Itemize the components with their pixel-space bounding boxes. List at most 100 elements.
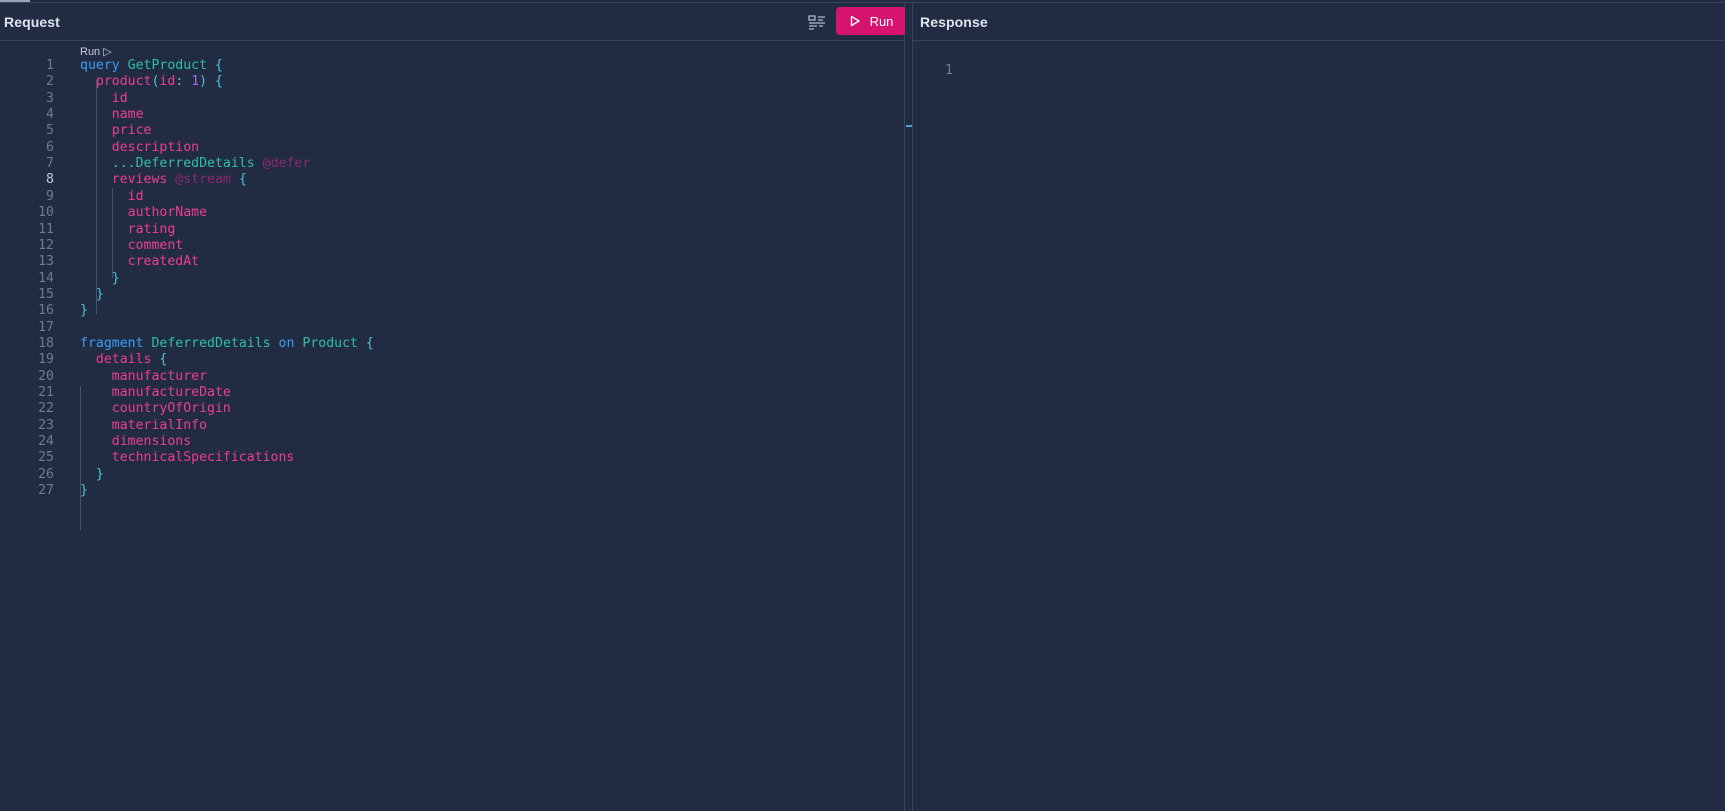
line-number: 21 (38, 385, 54, 400)
code-token: DeferredDetails (135, 156, 255, 172)
code-token: authorName (127, 205, 208, 221)
line-number: 27 (38, 483, 54, 499)
code-token: GetProduct (127, 58, 208, 73)
line-number: 13 (38, 254, 54, 270)
code-token: technicalSpecifications (111, 450, 295, 466)
line-number: 12 (38, 237, 54, 253)
response-line: 1 (913, 44, 961, 78)
line-number: 14 (38, 270, 54, 286)
code-text: manufactureDate (80, 385, 231, 401)
request-title: Request (4, 13, 60, 30)
code-token: name (111, 107, 144, 123)
code-token: details (95, 352, 152, 368)
line-number: 5 (46, 123, 54, 139)
code-token: } (80, 483, 88, 499)
line-number: 17 (38, 319, 54, 335)
code-text: technicalSpecifications (80, 450, 295, 466)
run-codelens[interactable]: Run ▷ (80, 45, 112, 58)
code-token: @defer (262, 156, 311, 172)
line-number: 22 (38, 401, 54, 417)
code-token: manufactureDate (111, 385, 231, 400)
code-token: fragment (80, 335, 144, 351)
prettify-button[interactable] (808, 14, 826, 30)
code-text: query GetProduct { (80, 58, 223, 74)
code-token: price (111, 123, 152, 139)
code-token: DeferredDetails (151, 335, 271, 351)
code-text: } (80, 287, 104, 303)
request-pane: Request Run Run ▷ 1 query GetProduct {2 p… (0, 3, 906, 811)
code-text: details { (80, 352, 167, 368)
code-text: rating (80, 222, 176, 238)
line-number: 8 (46, 172, 54, 188)
line-number: 20 (38, 368, 54, 384)
line-number: 16 (38, 303, 54, 319)
code-token: comment (127, 237, 184, 253)
code-token: createdAt (127, 254, 200, 270)
line-number: 25 (38, 450, 54, 466)
code-text: id (80, 91, 128, 107)
code-text: description (80, 140, 199, 156)
response-header: Response (913, 3, 1725, 41)
request-header: Request Run (0, 3, 906, 41)
query-editor[interactable]: Run ▷ 1 query GetProduct {2 product(id: 1… (0, 44, 904, 811)
code-token: product (95, 74, 152, 90)
code-token: { (365, 335, 374, 351)
code-text: id (80, 189, 144, 205)
code-token: reviews (111, 172, 168, 188)
code-token: { (159, 352, 168, 368)
line-number: 7 (46, 156, 54, 172)
code-text: } (80, 271, 120, 287)
code-token: } (95, 466, 104, 482)
line-number: 2 (46, 74, 54, 90)
code-token: countryOfOrigin (111, 401, 231, 417)
code-token: query (80, 58, 120, 73)
run-button[interactable]: Run (836, 7, 906, 35)
code-token: Product (302, 335, 358, 351)
code-token: description (111, 139, 200, 155)
line-number: 26 (38, 466, 54, 482)
line-number: 1 (46, 58, 54, 73)
code-token: 1 (191, 74, 200, 90)
code-text: } (80, 303, 88, 319)
line-number: 19 (38, 352, 54, 368)
prettify-icon (808, 15, 825, 30)
line-number: 24 (38, 434, 54, 450)
code-text: createdAt (80, 254, 199, 270)
run-button-label: Run (869, 13, 894, 29)
code-token: } (95, 286, 104, 302)
code-token: ) { (199, 74, 223, 90)
response-pane: Response 1 (913, 3, 1725, 811)
line-number: 18 (38, 335, 54, 351)
code-text: authorName (80, 205, 207, 221)
code-text: } (80, 483, 88, 499)
code-text: name (80, 107, 144, 123)
code-token: on (278, 335, 295, 351)
scroll-marker (906, 125, 912, 127)
code-text: comment (80, 237, 184, 254)
code-token: id (111, 90, 128, 106)
response-viewer[interactable]: 1 (913, 44, 1725, 811)
code-text: fragment DeferredDetails on Product { (80, 336, 374, 352)
line-number: 3 (46, 90, 54, 106)
line-number: 9 (46, 188, 54, 204)
